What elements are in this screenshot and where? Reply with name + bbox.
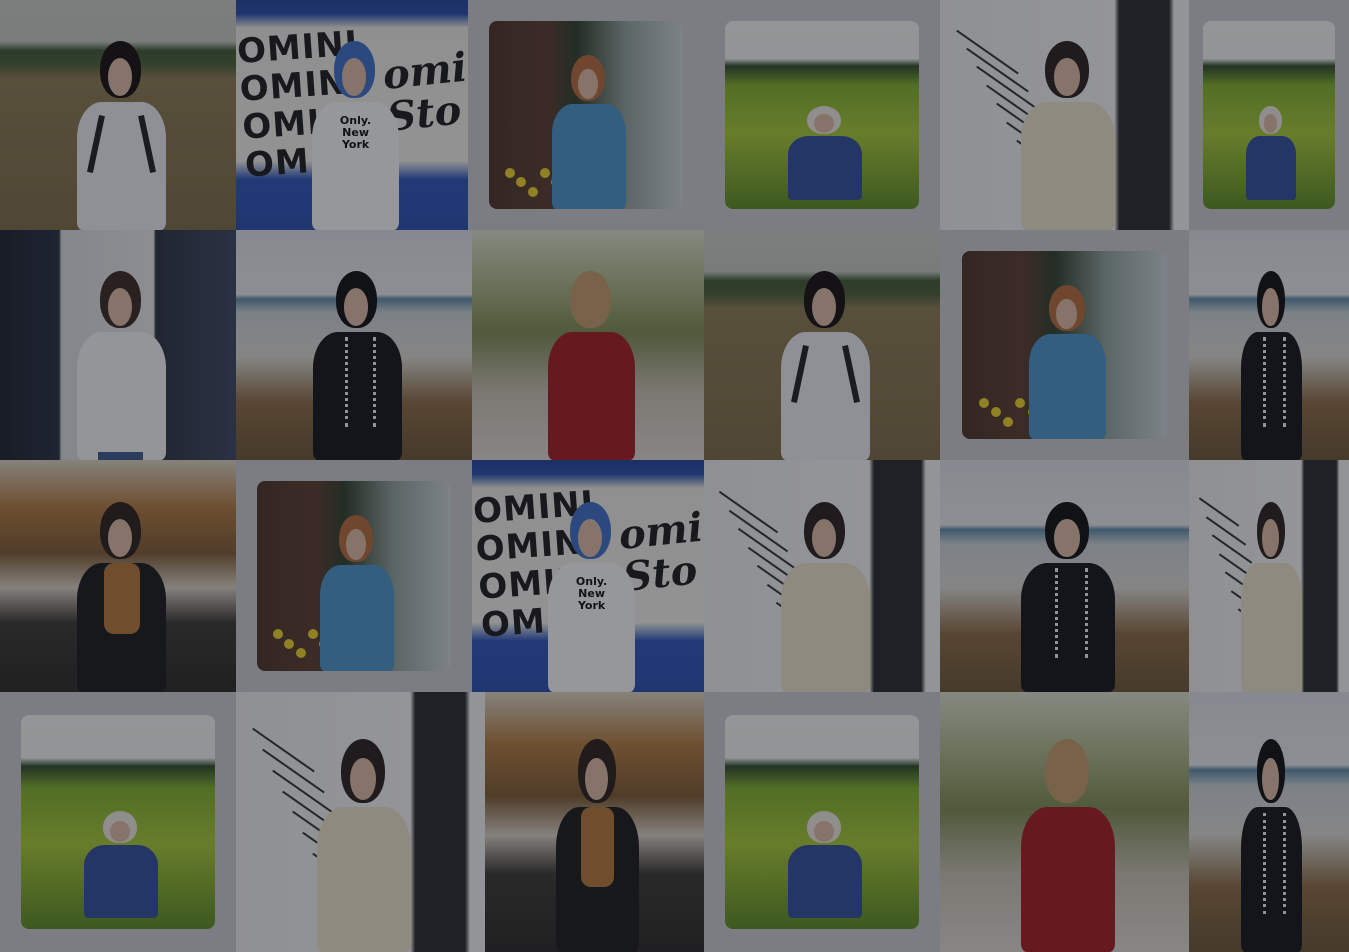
photo-image bbox=[725, 715, 919, 929]
person-figure bbox=[315, 515, 400, 672]
person-figure bbox=[71, 41, 175, 230]
photo-image bbox=[940, 0, 1189, 230]
photo-image bbox=[962, 250, 1167, 440]
photo-image bbox=[940, 692, 1189, 952]
photo-image bbox=[257, 480, 451, 672]
photo-image bbox=[725, 20, 919, 210]
photo-image bbox=[0, 460, 236, 692]
photo-tile[interactable] bbox=[704, 460, 940, 692]
photo-image bbox=[1189, 460, 1349, 692]
photo-tile[interactable] bbox=[0, 692, 236, 952]
person-figure bbox=[775, 271, 879, 460]
person-figure bbox=[1237, 738, 1307, 952]
photo-image bbox=[704, 230, 940, 460]
photo-image: OMINI OMINI OMINI OMINI omi Sto Only. New … bbox=[236, 0, 468, 230]
person-figure bbox=[542, 271, 644, 460]
photo-tile[interactable] bbox=[704, 230, 940, 460]
photo-image bbox=[0, 230, 236, 460]
person-figure: Only. New York bbox=[306, 41, 408, 230]
photo-tile[interactable] bbox=[940, 230, 1189, 460]
photo-image bbox=[1189, 230, 1349, 460]
person-figure bbox=[1243, 105, 1301, 200]
person-figure bbox=[311, 738, 421, 952]
photo-image bbox=[1203, 20, 1335, 210]
photo-tile[interactable] bbox=[1189, 230, 1349, 460]
person-figure bbox=[783, 811, 868, 918]
photo-tile[interactable] bbox=[1189, 460, 1349, 692]
photo-image bbox=[236, 692, 485, 952]
photo-image bbox=[472, 230, 704, 460]
photo-tile[interactable] bbox=[468, 0, 704, 230]
photo-tile[interactable] bbox=[472, 230, 704, 460]
person-figure bbox=[551, 738, 647, 952]
person-figure bbox=[79, 811, 164, 918]
photo-tile[interactable] bbox=[236, 230, 472, 460]
photo-tile[interactable] bbox=[1189, 692, 1349, 952]
photo-image bbox=[1189, 692, 1349, 952]
photo-tile[interactable] bbox=[0, 230, 236, 460]
photo-image bbox=[489, 20, 683, 210]
photo-tile[interactable] bbox=[485, 692, 704, 952]
photo-image bbox=[0, 0, 236, 230]
person-figure bbox=[307, 271, 411, 460]
photo-tile[interactable] bbox=[940, 460, 1189, 692]
photo-tile[interactable] bbox=[704, 0, 940, 230]
person-figure bbox=[547, 54, 632, 210]
photo-image bbox=[940, 460, 1189, 692]
photo-tile[interactable] bbox=[1189, 0, 1349, 230]
photo-tile[interactable] bbox=[940, 692, 1189, 952]
person-figure bbox=[1015, 41, 1125, 230]
person-figure bbox=[1015, 738, 1125, 952]
person-figure: Only. New York bbox=[542, 501, 644, 692]
person-figure bbox=[71, 501, 175, 692]
photo-image bbox=[485, 692, 704, 952]
photo-image: OMINI OMINI OMINI OMINI omi Sto Only. New … bbox=[472, 460, 704, 692]
person-figure bbox=[1237, 271, 1307, 460]
photo-tile[interactable] bbox=[236, 692, 485, 952]
person-figure bbox=[1024, 284, 1114, 440]
photo-image bbox=[21, 715, 215, 929]
person-figure bbox=[783, 105, 868, 200]
person-figure bbox=[1237, 501, 1307, 692]
photo-tile[interactable] bbox=[0, 460, 236, 692]
photo-tile[interactable] bbox=[940, 0, 1189, 230]
photo-image bbox=[236, 230, 472, 460]
shirt-print: Only. New York bbox=[339, 113, 372, 151]
photo-tile[interactable] bbox=[236, 460, 472, 692]
photo-tile[interactable]: OMINI OMINI OMINI OMINI omi Sto Only. New … bbox=[236, 0, 468, 230]
person-figure bbox=[775, 501, 879, 692]
person-figure bbox=[1015, 501, 1125, 692]
person-figure bbox=[71, 271, 175, 460]
photo-tile[interactable] bbox=[704, 692, 940, 952]
shirt-print: Only. New York bbox=[575, 574, 608, 612]
photo-tile[interactable]: OMINI OMINI OMINI OMINI omi Sto Only. New … bbox=[472, 460, 704, 692]
photo-tile[interactable] bbox=[0, 0, 236, 230]
photo-image bbox=[704, 460, 940, 692]
